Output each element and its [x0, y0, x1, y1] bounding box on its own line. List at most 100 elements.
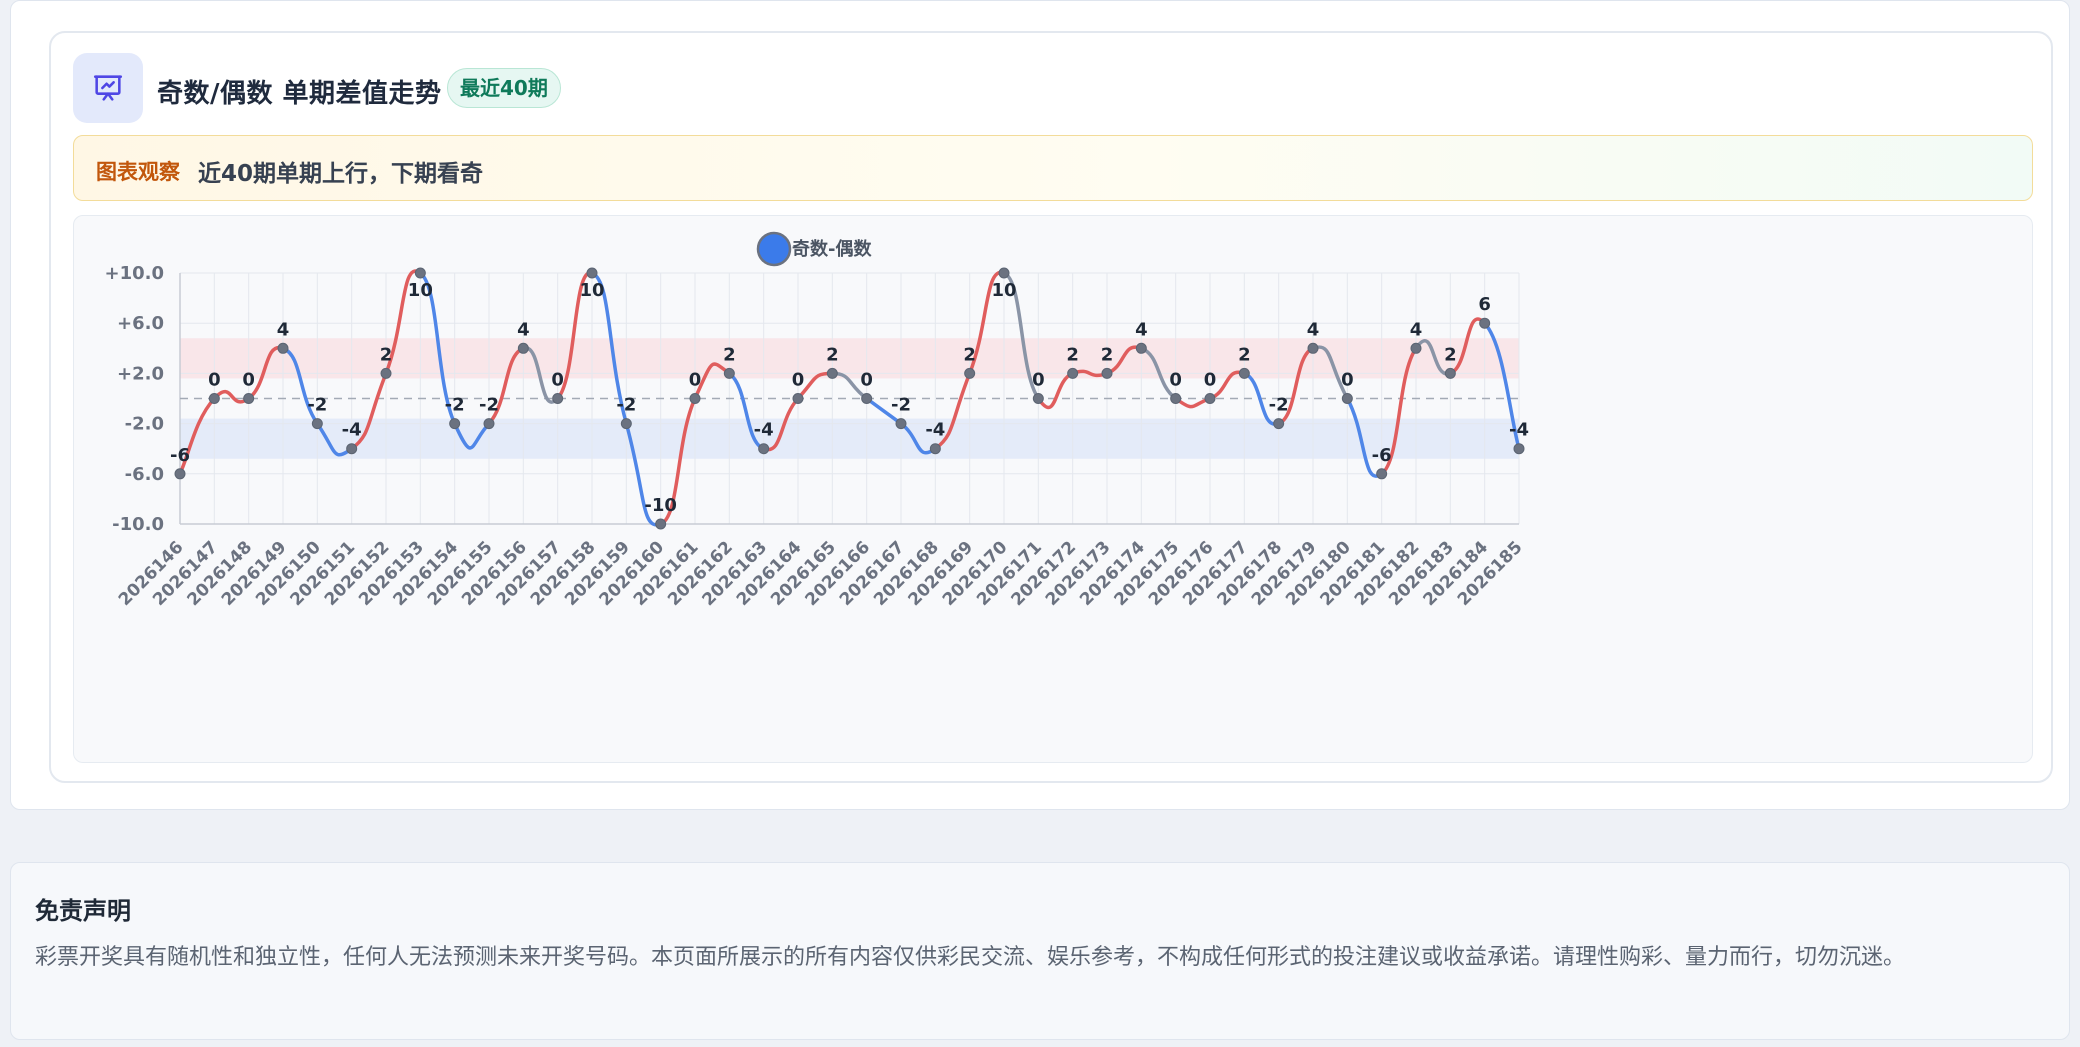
data-label: 0 [208, 370, 221, 391]
data-point [449, 418, 461, 430]
data-label: 2 [963, 344, 976, 365]
period-badge: 最近40期 [447, 68, 561, 108]
disclaimer-section: 免责声明 彩票开奖具有随机性和独立性，任何人无法预测未来开奖号码。本页面所展示的… [10, 862, 2070, 1040]
data-label: 10 [991, 280, 1016, 301]
data-point [929, 443, 941, 455]
data-label: 4 [1307, 319, 1320, 340]
observation-text: 近40期单期上行，下期看奇 [198, 161, 484, 187]
data-label: 10 [408, 280, 433, 301]
data-label: -10 [644, 495, 677, 516]
data-point [208, 393, 220, 404]
data-label: -2 [307, 395, 327, 416]
data-label: 2 [1444, 344, 1457, 365]
data-label: -2 [616, 395, 636, 416]
y-tick-label: +10.0 [105, 263, 165, 284]
y-tick-label: -2.0 [125, 414, 164, 435]
data-point [586, 267, 598, 279]
disclaimer-title: 免责声明 [35, 897, 131, 925]
data-label: 10 [579, 280, 604, 301]
data-point [895, 418, 907, 430]
data-point [998, 267, 1010, 279]
data-label: 2 [1066, 344, 1079, 365]
y-tick-label: -6.0 [125, 464, 164, 485]
data-point [1032, 393, 1044, 404]
data-label: 2 [1238, 344, 1251, 365]
data-point [1513, 443, 1525, 455]
data-point [964, 367, 976, 379]
data-label: -2 [479, 395, 499, 416]
data-label: -4 [342, 420, 362, 441]
data-point [655, 518, 667, 530]
chart-section: 奇数/偶数 单期差值走势 最近40期 图表观察 近40期单期上行，下期看奇 +1… [49, 31, 2053, 783]
chart-card: 奇数/偶数 单期差值走势 最近40期 图表观察 近40期单期上行，下期看奇 +1… [10, 0, 2070, 810]
data-point [1273, 418, 1285, 430]
data-label: 0 [242, 370, 255, 391]
data-point [311, 418, 323, 430]
data-label: -4 [754, 420, 774, 441]
data-label: -6 [1372, 445, 1392, 466]
data-label: 0 [689, 370, 702, 391]
data-point [346, 443, 358, 455]
data-point [723, 367, 735, 379]
data-point [174, 468, 186, 480]
data-point [243, 393, 255, 404]
data-point [1444, 367, 1456, 379]
data-point [1170, 393, 1182, 404]
data-label: 2 [380, 344, 393, 365]
data-point [552, 393, 564, 404]
data-point [758, 443, 770, 455]
data-point [1135, 342, 1147, 354]
data-point [1376, 468, 1388, 480]
legend-marker [756, 231, 792, 267]
data-label: 4 [517, 319, 530, 340]
data-point [1410, 342, 1422, 354]
lower-band [180, 418, 1519, 459]
data-label: -2 [1269, 395, 1289, 416]
data-point [1341, 393, 1353, 404]
data-label: -6 [170, 445, 190, 466]
data-point [861, 393, 873, 404]
presentation-chart-icon [73, 53, 143, 123]
legend-label: 奇数-偶数 [792, 238, 872, 260]
data-label: 6 [1478, 294, 1491, 315]
data-label: -4 [1509, 420, 1529, 441]
data-label: 0 [860, 370, 873, 391]
data-label: 2 [1101, 344, 1114, 365]
data-label: -4 [925, 420, 945, 441]
data-point [792, 393, 804, 404]
data-label: 0 [1204, 370, 1217, 391]
data-point [483, 418, 495, 430]
y-tick-label: -10.0 [112, 514, 164, 535]
data-label: 4 [277, 319, 290, 340]
data-point [1067, 367, 1079, 379]
data-label: -2 [891, 395, 911, 416]
data-point [517, 342, 529, 354]
disclaimer-text: 彩票开奖具有随机性和独立性，任何人无法预测未来开奖号码。本页面所展示的所有内容仅… [35, 945, 1906, 970]
data-point [826, 367, 838, 379]
data-label: 2 [826, 344, 839, 365]
data-point [277, 342, 289, 354]
data-point [689, 393, 701, 404]
data-point [380, 367, 392, 379]
data-point [1307, 342, 1319, 354]
data-point [414, 267, 426, 279]
data-point [620, 418, 632, 430]
data-point [1204, 393, 1216, 404]
y-tick-label: +2.0 [117, 363, 164, 384]
data-label: 0 [1341, 370, 1354, 391]
data-label: 0 [551, 370, 564, 391]
data-label: 0 [792, 370, 805, 391]
chart-panel: +10.0 +6.0 +2.0 -2.0 -6.0 -10.0 -6 0 0 4 -2 -4 2 10 -2… [73, 215, 2033, 763]
data-point [1101, 367, 1113, 379]
data-label: 4 [1410, 319, 1423, 340]
line-chart: +10.0+6.0+2.0-2.0-6.0-10.0-60 04-2-4210-2… [105, 231, 1529, 610]
data-label: -2 [445, 395, 465, 416]
data-label: 0 [1169, 370, 1182, 391]
data-label: 4 [1135, 319, 1148, 340]
data-point [1238, 367, 1250, 379]
observation-banner: 图表观察 近40期单期上行，下期看奇 [73, 135, 2033, 201]
data-point [1479, 317, 1491, 329]
observation-tag: 图表观察 [96, 160, 180, 184]
data-label: 2 [723, 344, 736, 365]
chart-title: 奇数/偶数 单期差值走势 [157, 79, 442, 109]
